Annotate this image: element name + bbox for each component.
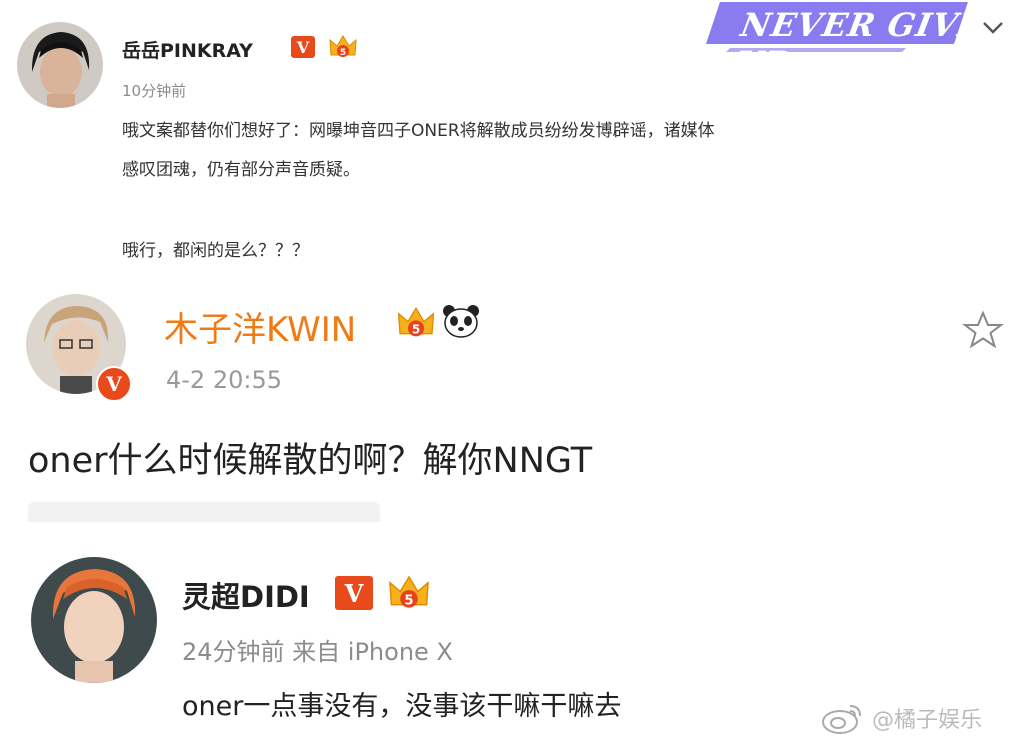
chevron-down-icon[interactable] (982, 16, 1004, 41)
crown-icon: 5 (328, 33, 358, 65)
crown-icon: 5 (387, 572, 431, 618)
post-kwin: V 木子洋KWIN 5 4-2 20:55 oner什么时候解散的啊？解你NNG… (0, 282, 1024, 522)
verified-badge: V (335, 576, 373, 610)
avatar[interactable] (17, 22, 103, 108)
crown-level: 5 (340, 48, 346, 58)
avatar[interactable] (31, 557, 157, 683)
post-yueyue: 岳岳PINKRAY V 5 10分钟前 哦文案都替你们想好了：网曝坤音四子ONE… (0, 0, 1024, 282)
post-text: oner什么时候解散的啊？解你NNGT (28, 441, 593, 481)
post-text-line1: 哦文案都替你们想好了：网曝坤音四子ONER将解散成员纷纷发博辟谣，诸媒体 (122, 121, 715, 141)
verified-badge: V (96, 366, 132, 402)
post-time: 4-2 20:55 (166, 366, 282, 394)
post-didi: 灵超DIDI V 5 24分钟前 来自 iPhone X oner一点事没有，没… (0, 522, 1024, 747)
post-text-line3: 哦行，都闲的是么？？？ (122, 241, 309, 261)
post-time-source: 24分钟前 来自 iPhone X (182, 638, 453, 666)
username[interactable]: 木子洋KWIN (164, 302, 356, 351)
watermark: @橘子娱乐 (872, 708, 983, 733)
crown-icon: 5 (396, 304, 436, 346)
verified-badge: V (291, 36, 315, 58)
star-icon[interactable] (962, 310, 1004, 354)
post-text: oner一点事没有，没事该干嘛干嘛去 (182, 691, 622, 722)
reply-bar[interactable] (28, 502, 380, 522)
banner-text: NEVER GIVE UP (731, 6, 987, 82)
panda-icon (442, 304, 480, 342)
weibo-logo-icon (820, 700, 864, 740)
post-text-line2: 感叹团魂，仍有部分声音质疑。 (122, 160, 360, 180)
crown-level: 5 (412, 323, 420, 337)
username[interactable]: 岳岳PINKRAY (122, 36, 253, 63)
post-time: 10分钟前 (122, 82, 187, 100)
username[interactable]: 灵超DIDI (182, 574, 310, 616)
crown-level: 5 (404, 594, 413, 609)
